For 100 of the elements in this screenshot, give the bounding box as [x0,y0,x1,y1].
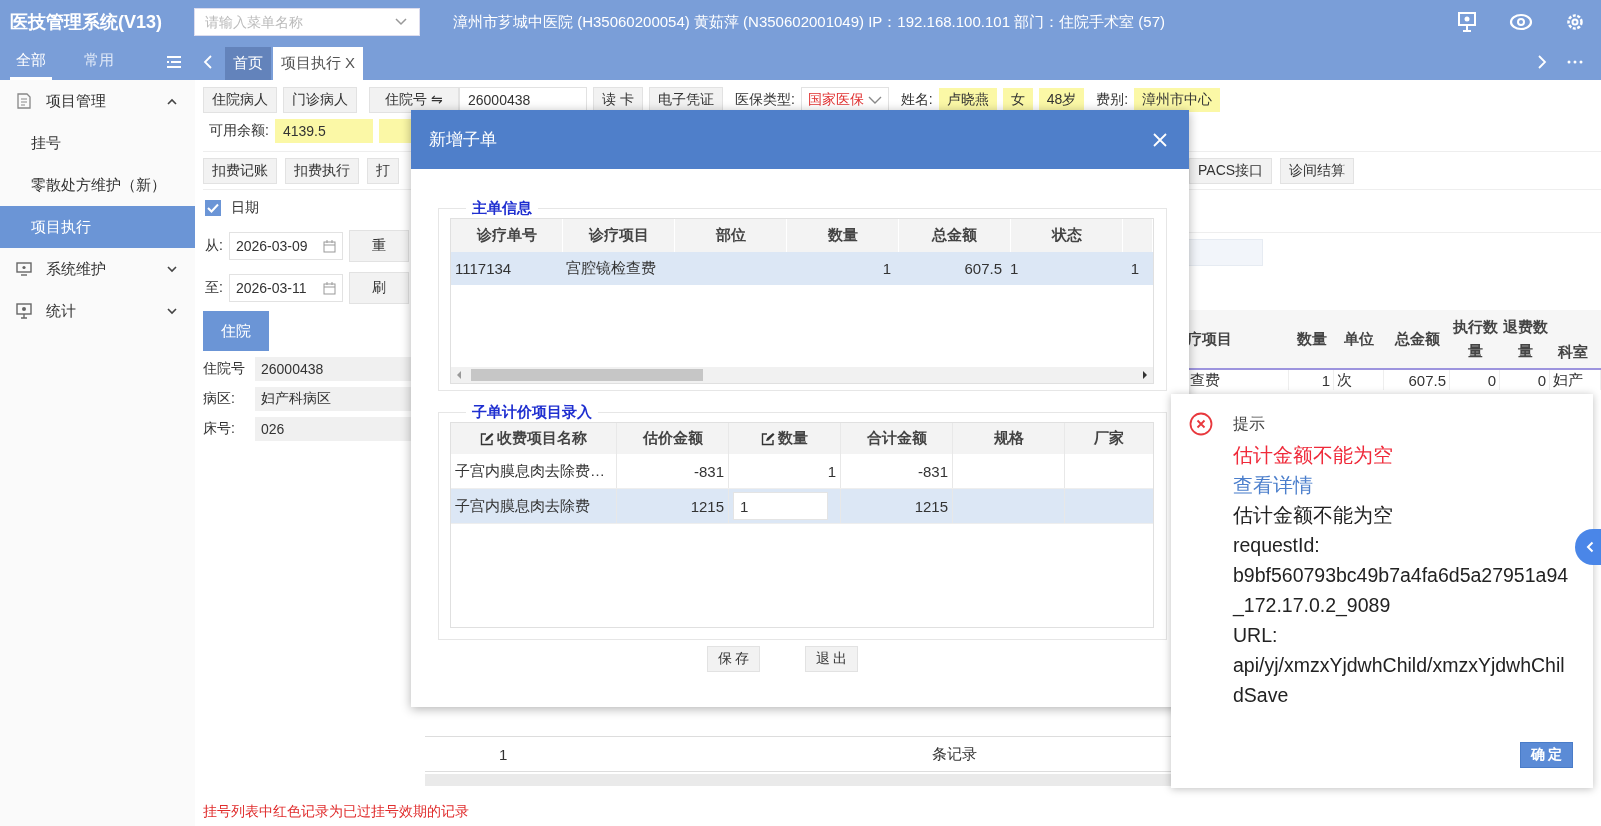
action-button[interactable]: 诊间结算 [1280,157,1355,184]
error-icon [1189,412,1213,436]
table-cell: 妇产 [1550,370,1601,390]
field-label: 住院号 [203,360,246,378]
chevron-left-icon [1586,541,1594,553]
dialog-button[interactable]: 保 存 [707,646,760,672]
section-legend: 子单计价项目录入 [466,403,598,422]
scroll-right-icon[interactable] [1141,370,1149,380]
column-header: 厂家 [1093,428,1125,448]
scrollbar[interactable] [451,367,1153,383]
column-header: 估价金额 [617,423,729,454]
card-button[interactable]: 电子凭证 [648,87,723,113]
table-cell: 1 [1289,370,1334,390]
dialog-button[interactable]: 退 出 [805,646,858,672]
detail-text: requestId: [1233,533,1321,558]
page-tab[interactable]: 项目执行 X [273,47,363,80]
filter-button[interactable]: 重 [348,230,409,262]
filter-button[interactable]: 刷 [348,272,409,304]
edit-icon [761,431,775,446]
range-label: 从: [205,237,223,255]
chevron-up-icon [167,97,177,105]
table-cell: 607.5 [1384,370,1450,390]
table-cell: -831 [841,454,953,488]
sidebar-subitem[interactable]: 挂号 [0,122,195,164]
insurance-label: 医保类型: [734,91,795,109]
menu-icon[interactable] [166,55,182,69]
settings-icon[interactable] [1565,12,1585,32]
table-cell-text: 宫腔镜检查费 [565,258,657,278]
page-tab[interactable]: 首页 [225,47,271,80]
column-header: 科室 [1556,342,1589,362]
balance-label: 可用余额: [209,122,269,140]
table-cell: 次 [1334,370,1384,390]
chevron-down-icon [167,265,177,273]
sidebar-subitem[interactable]: 零散处方维护（新） [0,164,195,206]
card-button[interactable]: 读 卡 [593,87,643,113]
column-header: 收费项目名称 [451,423,617,454]
details-link[interactable]: 查看详情 [1233,470,1313,500]
column-header: 总金额 [1393,328,1441,349]
date-label: 日期 [231,199,259,217]
checkbox[interactable] [205,200,221,216]
close-icon[interactable]: X [345,54,355,71]
quantity-input[interactable]: 1 [733,492,828,520]
table-cell-text: 607.5 [963,259,1003,279]
table-cell-text: 1117134 [454,259,513,279]
app-title: 医技管理系统(V13) [10,11,163,34]
section-legend: 主单信息 [466,199,538,218]
name-label: 姓名: [900,91,933,109]
menu-search-field[interactable]: 请输入菜单名称 [194,8,420,36]
table-cell: 1215 [841,489,953,523]
error-message: 估计金额不能为空 [1233,443,1394,468]
record-count: 条记录 [932,744,978,764]
table-cell: 子宫内膜息肉去除费 [451,489,617,523]
table-cell: 0 [1500,370,1550,390]
table-cell: 1 [729,454,841,488]
detail-text: URL: [1233,623,1279,648]
date-field[interactable]: 2026-03-09 [228,232,343,260]
detail-text: b9bf560793bc49b7a4fa6d5a27951a94_172.17.0.2_9089 [1233,563,1570,619]
column-header: 退费数量 [1501,317,1549,361]
chevron-down-icon [867,95,882,105]
action-button[interactable]: 打 [367,157,399,184]
field-label: 床号: [203,420,236,438]
action-button[interactable]: 扣费执行 [285,157,359,184]
column-header: 合计金额 [841,423,953,454]
column-header: 规格 [953,423,1065,454]
patient-info-tag: 女 [1002,88,1033,112]
scroll-left-icon[interactable] [455,370,463,380]
sidebar-item[interactable]: 统计 [0,290,195,332]
sidebar-item[interactable]: 系统维护 [0,248,195,290]
calendar-icon [322,281,336,295]
chevron-right-icon[interactable] [1537,55,1547,69]
table-cell: 子宫内膜息肉去除费… [451,454,617,488]
chevron-down-icon [167,307,177,315]
table-cell-text: 1 [881,259,892,279]
action-button[interactable]: PACS接口 [1189,157,1273,184]
table-cell-text: 1 [1009,259,1020,279]
id-type-selector[interactable]: 住院号 ⇋ [369,87,459,113]
sidebar-item[interactable]: 项目管理 [0,80,195,122]
patient-type-button[interactable]: 门诊病人 [283,87,357,113]
presentation-icon[interactable] [1457,11,1477,33]
more-icon[interactable] [1567,60,1583,64]
table-cell: 1215 [617,489,729,523]
calendar-icon [322,239,336,253]
date-field[interactable]: 2026-03-11 [228,274,343,302]
alert-title: 提示 [1233,413,1265,434]
action-button[interactable]: 扣费记账 [203,157,277,184]
patient-info-tag: 卢晓燕 [938,88,997,112]
table-cell: 0 [1450,370,1500,390]
eye-icon[interactable] [1509,13,1533,31]
fee-type-label: 费别: [1096,91,1129,109]
monitor-icon [16,262,32,276]
balance-value: 4139.5 [274,119,373,143]
column-header: 执行数量 [1451,317,1499,361]
admission-number-field[interactable]: 26000438 [459,87,587,113]
fee-type-tag: 漳州市中心 [1134,88,1221,112]
column-header: 数量 [729,423,841,454]
document-icon [16,93,32,109]
chevron-left-icon[interactable] [203,55,213,69]
patient-info-tag: 48岁 [1038,88,1085,112]
close-icon[interactable] [1153,132,1167,147]
patient-type-button[interactable]: 住院病人 [203,87,277,113]
